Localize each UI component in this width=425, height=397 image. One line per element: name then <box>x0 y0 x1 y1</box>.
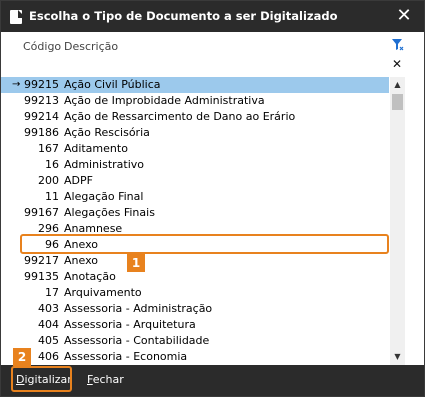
annotation-badge-1: 1 <box>127 254 145 272</box>
list-item[interactable]: → 99215 Ação Civil Pública <box>1 77 389 93</box>
list-item-code: 99213 <box>24 94 59 107</box>
close-icon[interactable]: ✕ <box>392 57 402 71</box>
list-item-description: Alegações Finais <box>64 206 155 219</box>
list-item[interactable]: 99167 Alegações Finais <box>1 205 389 221</box>
list-item-description: Assessoria - Administração <box>64 302 213 315</box>
list-item-description: Aditamento <box>64 142 128 155</box>
list-item-code: 99167 <box>24 206 59 219</box>
list-item-description: Arquivamento <box>64 286 142 299</box>
list-item[interactable]: 99213 Ação de Improbidade Administrativa <box>1 93 389 109</box>
list-item[interactable]: 406 Assessoria - Economia <box>1 349 389 365</box>
scroll-up-icon[interactable]: ▲ <box>390 77 405 93</box>
list-item-code: 99217 <box>24 254 59 267</box>
close-button[interactable]: ✕ <box>384 1 424 32</box>
fechar-button[interactable]: Fechar <box>87 373 124 386</box>
list-item-code: 11 <box>45 190 59 203</box>
list-item-description: Anotação <box>64 270 116 283</box>
document-icon <box>10 10 22 24</box>
list-item-code: 405 <box>38 334 59 347</box>
annotation-highlight-digitalizar <box>11 366 72 392</box>
list-item[interactable]: 99186 Ação Rescisória <box>1 125 389 141</box>
column-header-description[interactable]: Descrição <box>64 40 118 53</box>
scroll-down-icon[interactable]: ▼ <box>390 349 405 365</box>
list-item-description: Assessoria - Arquitetura <box>64 318 196 331</box>
list-item[interactable]: 405 Assessoria - Contabilidade <box>1 333 389 349</box>
dialog-window: Escolha o Tipo de Documento a ser Digita… <box>0 0 425 397</box>
window-title: Escolha o Tipo de Documento a ser Digita… <box>29 9 338 23</box>
column-header-code[interactable]: Código <box>23 40 61 53</box>
list-item-code: 99214 <box>24 110 59 123</box>
list-item-description: Ação de Ressarcimento de Dano ao Erário <box>64 110 296 123</box>
list-item-code: 99186 <box>24 126 59 139</box>
list-item-description: Ação Rescisória <box>64 126 150 139</box>
list-item[interactable]: 99214 Ação de Ressarcimento de Dano ao Er… <box>1 109 389 125</box>
document-type-list[interactable]: → 99215 Ação Civil Pública 99213 Ação de Imp… <box>1 77 389 365</box>
filter-icon[interactable] <box>392 39 404 51</box>
list-item-code: 99135 <box>24 270 59 283</box>
list-item[interactable]: 99217 Anexo <box>1 253 389 269</box>
list-item-code: 403 <box>38 302 59 315</box>
annotation-badge-2: 2 <box>13 348 31 366</box>
list-item[interactable]: 16 Administrativo <box>1 157 389 173</box>
column-header: Código Descrição <box>1 35 406 57</box>
list-item[interactable]: 11 Alegação Final <box>1 189 389 205</box>
list-item[interactable]: 404 Assessoria - Arquitetura <box>1 317 389 333</box>
list-item-description: Administrativo <box>64 158 145 171</box>
list-item-code: 16 <box>45 158 59 171</box>
list-item-description: Ação de Improbidade Administrativa <box>64 94 265 107</box>
list-item-description: Ação Civil Pública <box>64 78 161 91</box>
scrollbar-thumb[interactable] <box>392 94 403 110</box>
title-bar: Escolha o Tipo de Documento a ser Digita… <box>1 1 424 32</box>
annotation-highlight-anexo <box>20 234 389 254</box>
list-item-code: 167 <box>38 142 59 155</box>
list-item-description: ADPF <box>64 174 93 187</box>
row-pointer-icon: → <box>12 79 21 90</box>
list-item-code: 99215 <box>24 78 59 91</box>
list-item[interactable]: 99135 Anotação <box>1 269 389 285</box>
list-item-description: Anexo <box>64 254 98 267</box>
list-item[interactable]: 403 Assessoria - Administração <box>1 301 389 317</box>
list-item-code: 404 <box>38 318 59 331</box>
list-item-code: 17 <box>45 286 59 299</box>
list-item-description: Assessoria - Economia <box>64 350 188 363</box>
vertical-scrollbar[interactable]: ▲ ▼ <box>390 77 405 365</box>
list-item-code: 200 <box>38 174 59 187</box>
fechar-label: echar <box>92 373 124 386</box>
list-item-description: Alegação Final <box>64 190 144 203</box>
list-item[interactable]: 167 Aditamento <box>1 141 389 157</box>
list-item[interactable]: 200 ADPF <box>1 173 389 189</box>
list-item[interactable]: 17 Arquivamento <box>1 285 389 301</box>
list-item-description: Assessoria - Contabilidade <box>64 334 210 347</box>
